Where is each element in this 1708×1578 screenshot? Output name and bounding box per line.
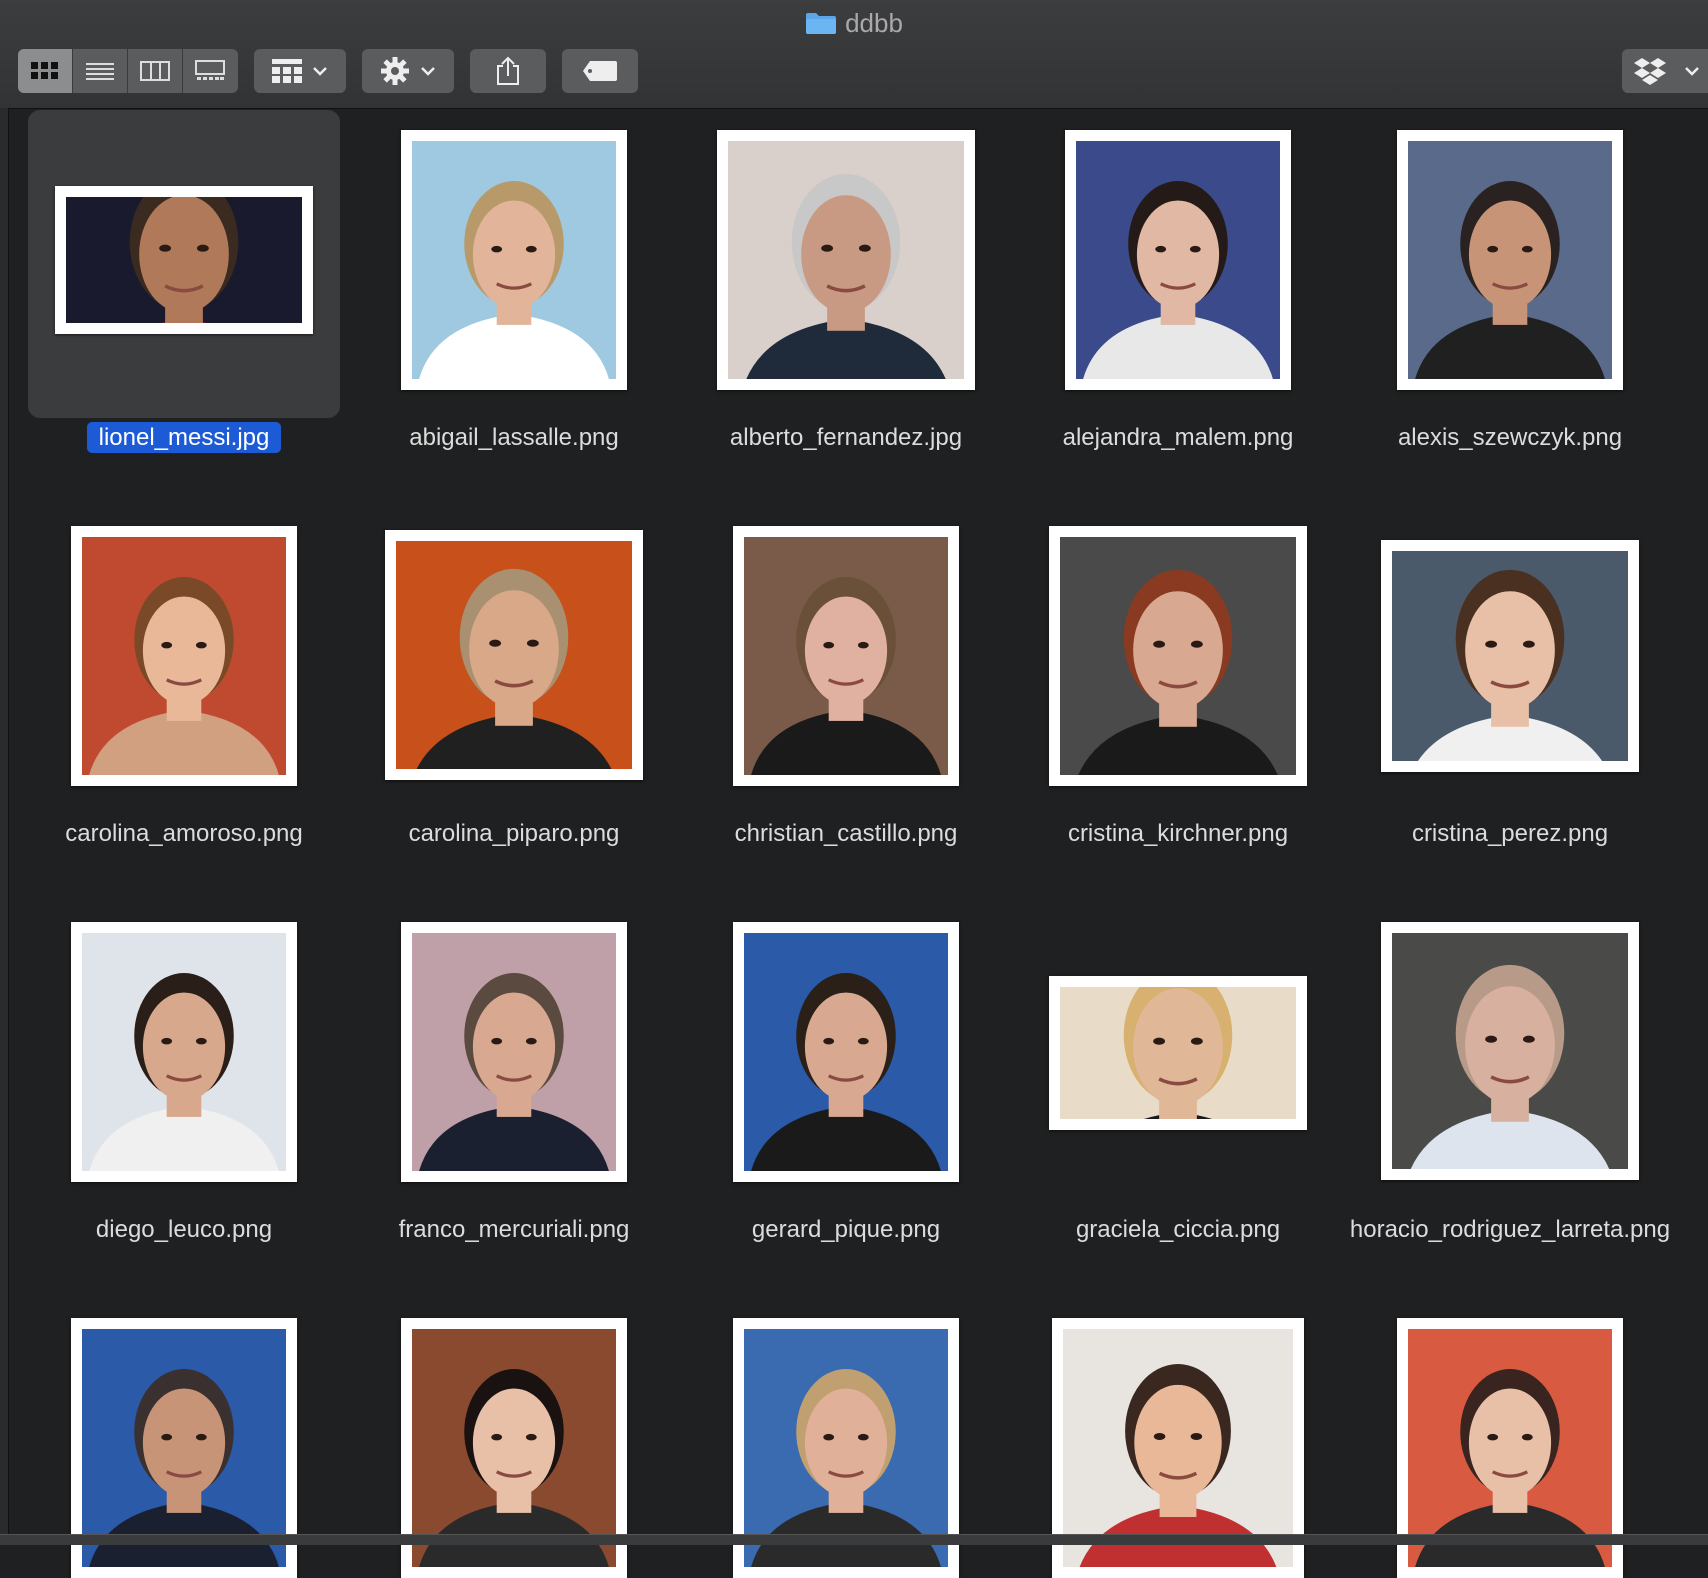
group-by-button[interactable] xyxy=(254,49,346,93)
thumbnail-image xyxy=(744,537,948,775)
horizontal-scrollbar[interactable] xyxy=(0,1534,1708,1545)
column-view-button[interactable] xyxy=(128,49,183,93)
icon-view-button[interactable] xyxy=(18,49,73,93)
file-thumbnail[interactable] xyxy=(401,922,627,1182)
file-name-label[interactable]: abigail_lassalle.png xyxy=(344,422,684,454)
thumbnail-image xyxy=(412,933,616,1171)
file-name-text: graciela_ciccia.png xyxy=(1075,1216,1281,1243)
file-thumbnail[interactable] xyxy=(1049,526,1307,786)
gallery-view-icon xyxy=(195,60,225,80)
file-thumbnail[interactable] xyxy=(71,526,297,786)
gallery-view-button[interactable] xyxy=(183,49,237,93)
tag-button[interactable] xyxy=(562,49,638,93)
thumbnail-image xyxy=(744,1329,948,1567)
file-name-text: horacio_rodriguez_larreta.png xyxy=(1349,1216,1671,1243)
view-mode-control[interactable] xyxy=(18,49,238,93)
tag-icon xyxy=(583,61,617,81)
sidebar-edge xyxy=(0,108,9,1544)
file-name-label[interactable]: alberto_fernandez.jpg xyxy=(676,422,1016,454)
column-view-icon xyxy=(140,61,170,81)
file-name-label[interactable]: diego_leuco.png xyxy=(14,1214,354,1246)
thumbnail-image xyxy=(82,1329,286,1567)
file-name-text: cristina_perez.png xyxy=(1411,820,1609,847)
thumbnail-image xyxy=(1060,537,1296,775)
file-name-text: lionel_messi.jpg xyxy=(86,422,282,453)
file-name-text: carolina_piparo.png xyxy=(408,820,620,847)
file-name-label[interactable]: horacio_rodriguez_larreta.png xyxy=(1340,1214,1680,1246)
file-name-text: diego_leuco.png xyxy=(95,1216,273,1243)
thumbnail-image xyxy=(1392,551,1628,761)
thumbnail-image xyxy=(66,197,302,323)
file-thumbnail[interactable] xyxy=(733,922,959,1182)
file-thumbnail[interactable] xyxy=(717,130,975,390)
file-thumbnail[interactable] xyxy=(1065,130,1291,390)
chevron-down-icon xyxy=(313,67,327,76)
file-name-label[interactable]: alejandra_malem.png xyxy=(1008,422,1348,454)
thumbnail-image xyxy=(396,541,632,769)
thumbnail-image xyxy=(744,933,948,1171)
file-name-label[interactable]: carolina_piparo.png xyxy=(344,818,684,850)
thumbnail-image xyxy=(82,537,286,775)
thumbnail-image xyxy=(1060,987,1296,1119)
file-name-text: alexis_szewczyk.png xyxy=(1397,424,1623,451)
share-icon xyxy=(497,56,519,85)
file-name-label[interactable]: cristina_kirchner.png xyxy=(1008,818,1348,850)
file-name-text: abigail_lassalle.png xyxy=(409,424,619,451)
chevron-down-icon xyxy=(1685,67,1699,76)
folder-icon xyxy=(805,11,837,35)
file-thumbnail[interactable] xyxy=(401,130,627,390)
file-name-label[interactable]: carolina_amoroso.png xyxy=(14,818,354,850)
file-name-text: cristina_kirchner.png xyxy=(1067,820,1289,847)
file-name-label[interactable]: alexis_szewczyk.png xyxy=(1340,422,1680,454)
thumbnail-image xyxy=(1408,141,1612,379)
window-titlebar: ddbb xyxy=(0,0,1708,109)
list-view-icon xyxy=(86,63,114,80)
file-name-text: alberto_fernandez.jpg xyxy=(729,424,963,451)
thumbnail-image xyxy=(82,933,286,1171)
file-thumbnail[interactable] xyxy=(1381,922,1639,1180)
thumbnail-image xyxy=(1392,933,1628,1169)
thumbnail-image xyxy=(1076,141,1280,379)
file-name-text: franco_mercuriali.png xyxy=(398,1216,630,1243)
dropbox-button[interactable] xyxy=(1622,49,1708,93)
thumbnail-image xyxy=(1408,1329,1612,1567)
file-name-label[interactable]: graciela_ciccia.png xyxy=(1008,1214,1348,1246)
file-thumbnail[interactable] xyxy=(1049,976,1307,1130)
file-name-text: alejandra_malem.png xyxy=(1062,424,1294,451)
file-thumbnail[interactable] xyxy=(1381,540,1639,772)
icon-view-icon xyxy=(31,62,58,79)
file-name-label[interactable]: franco_mercuriali.png xyxy=(344,1214,684,1246)
window-title-text: ddbb xyxy=(845,8,903,38)
file-thumbnail[interactable] xyxy=(385,530,643,780)
file-name-label[interactable]: christian_castillo.png xyxy=(676,818,1016,850)
file-name-label[interactable]: lionel_messi.jpg xyxy=(14,422,354,454)
thumbnail-image xyxy=(412,141,616,379)
file-name-text: christian_castillo.png xyxy=(734,820,958,847)
thumbnail-image xyxy=(728,141,964,379)
thumbnail-image xyxy=(412,1329,616,1567)
dropbox-icon xyxy=(1634,58,1666,85)
file-thumbnail[interactable] xyxy=(55,186,313,334)
file-name-label[interactable]: cristina_perez.png xyxy=(1340,818,1680,850)
file-thumbnail[interactable] xyxy=(733,526,959,786)
window-title: ddbb xyxy=(0,8,1708,38)
file-name-label[interactable]: gerard_pique.png xyxy=(676,1214,1016,1246)
list-view-button[interactable] xyxy=(73,49,128,93)
thumbnail-image xyxy=(1063,1329,1293,1567)
file-thumbnail[interactable] xyxy=(1397,130,1623,390)
file-thumbnail[interactable] xyxy=(71,922,297,1182)
file-name-text: gerard_pique.png xyxy=(751,1216,941,1243)
file-name-text: carolina_amoroso.png xyxy=(65,820,303,847)
action-button[interactable] xyxy=(362,49,454,93)
share-button[interactable] xyxy=(470,49,546,93)
chevron-down-icon xyxy=(421,67,435,76)
gear-icon xyxy=(381,57,409,85)
group-by-icon xyxy=(272,59,302,83)
